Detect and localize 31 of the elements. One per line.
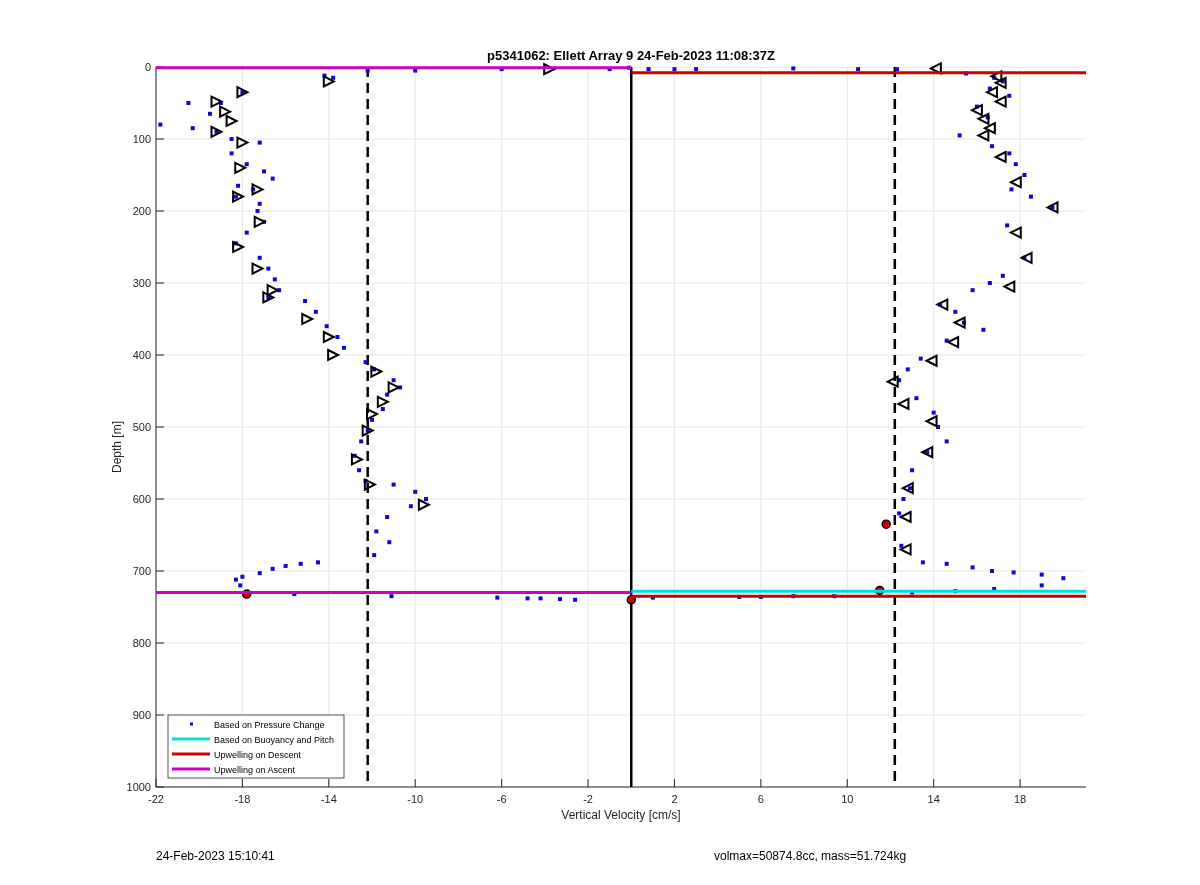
- float-info-text: volmax=50874.8cc, mass=51.724kg: [714, 849, 908, 863]
- x-tick-label: 2: [671, 793, 678, 805]
- y-tick-label: 900: [132, 709, 151, 721]
- x-tick-label: -22: [148, 793, 164, 805]
- y-axis-label: Depth [m]: [110, 421, 124, 473]
- x-tick-label: -2: [583, 793, 593, 805]
- x-tick-label: 6: [757, 793, 764, 805]
- y-tick-label: 0: [144, 61, 151, 73]
- y-tick-label: 100: [132, 133, 151, 145]
- y-tick-label: 400: [132, 349, 151, 361]
- x-tick-label: 10: [841, 793, 854, 805]
- timestamp-text: 24-Feb-2023 15:10:41: [156, 849, 276, 863]
- y-tick-label: 200: [132, 205, 151, 217]
- legend-label: Based on Buoyancy and Pitch: [214, 734, 335, 745]
- legend-label: Upwelling on Ascent: [214, 764, 296, 775]
- y-tick-label: 800: [132, 637, 151, 649]
- y-tick-label: 1000: [126, 781, 151, 793]
- legend-label: Upwelling on Descent: [214, 749, 302, 760]
- legend-label: Based on Pressure Change: [214, 719, 325, 730]
- y-tick-label: 700: [132, 565, 151, 577]
- chart-title: p5341062: Ellett Array 9 24-Feb-2023 11:08:37Z: [487, 48, 775, 63]
- x-axis-label: Vertical Velocity [cm/s]: [561, 808, 681, 822]
- y-tick-label: 300: [132, 277, 151, 289]
- x-tick-label: -18: [234, 793, 251, 805]
- x-tick-label: -6: [496, 793, 507, 805]
- x-tick-label: 18: [1014, 793, 1027, 805]
- x-tick-label: -14: [320, 793, 337, 805]
- y-tick-label: 600: [132, 493, 151, 505]
- x-tick-label: -10: [407, 793, 424, 805]
- x-tick-label: 14: [927, 793, 940, 805]
- y-tick-label: 500: [132, 421, 151, 433]
